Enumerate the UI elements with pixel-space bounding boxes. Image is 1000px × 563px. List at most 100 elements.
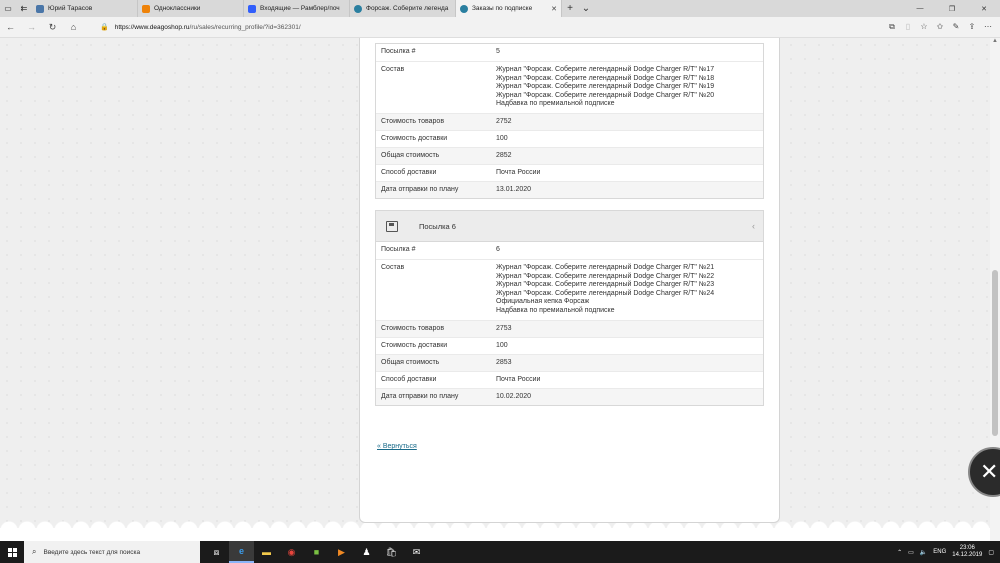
chevron-left-icon[interactable]: ‹ — [752, 221, 755, 231]
language-indicator[interactable]: ENG — [933, 549, 946, 555]
lock-icon: 🔒 — [100, 24, 109, 31]
browser-tools: ⧉ ▯ ☆ ✩ ✎ ⇪ ⋯ — [884, 22, 996, 32]
reading-view-icon[interactable]: ▯ — [900, 22, 916, 32]
search-icon: ⌕ — [32, 547, 37, 556]
task-view-icon[interactable]: ⧈ — [204, 541, 229, 563]
share-icon[interactable]: ⇪ — [964, 22, 980, 32]
row-label: Стоимость товаров — [381, 325, 445, 332]
row-label: Дата отправки по плану — [381, 393, 459, 400]
chrome-icon[interactable]: ◉ — [279, 541, 304, 563]
favorite-star-icon[interactable]: ☆ — [916, 22, 932, 32]
row-label: Посылка # — [381, 246, 416, 253]
scroll-thumb[interactable] — [992, 270, 998, 436]
list-item: Надбавка по премиальной подписке — [496, 100, 615, 108]
taskbar-search-box[interactable]: ⌕ Введите здесь текст для поиска — [24, 541, 200, 563]
tab-odnoklassniki[interactable]: Одноклассники — [138, 0, 244, 17]
windows-logo-icon — [7, 547, 17, 557]
row-label: Общая стоимость — [381, 359, 440, 366]
list-item: Надбавка по премиальной подписке — [496, 306, 615, 314]
system-tray: ⌃ ▭ 🔈 ENG 23:06 14.12.2019 ▢ — [897, 545, 1000, 559]
list-item: Журнал "Форсаж. Соберите легендарный Dod… — [496, 74, 715, 82]
row-value: 100 — [496, 135, 508, 142]
list-item: Журнал "Форсаж. Соберите легендарный Dod… — [496, 281, 715, 289]
parcel-6-table: Посылка # 6 Состав Журнал "Форсаж. Собер… — [375, 241, 764, 406]
search-placeholder: Введите здесь текст для поиска — [43, 548, 141, 556]
parcel-6-header[interactable]: Посылка 6 ‹ — [375, 210, 764, 241]
parcel-5-table: Посылка # 5 Состав Журнал "Форсаж. Собер… — [375, 43, 764, 199]
restore-icon[interactable]: ❐ — [936, 0, 968, 17]
table-row: Общая стоимость 2853 — [376, 354, 763, 371]
composition-list: Журнал "Форсаж. Соберите легендарный Dod… — [496, 260, 763, 320]
minimize-icon[interactable]: — — [904, 0, 936, 17]
ok-icon — [142, 4, 150, 13]
tab-vk[interactable]: Юрий Тарасов — [32, 0, 138, 17]
close-tab-icon[interactable]: ✕ — [551, 5, 557, 13]
file-explorer-icon[interactable]: ▬ — [254, 541, 279, 563]
tab-forsazh[interactable]: Форсаж. Соберите легенда — [350, 0, 456, 17]
table-row: Состав Журнал "Форсаж. Соберите легендар… — [376, 259, 763, 320]
home-icon[interactable]: ⌂ — [63, 22, 84, 32]
table-row: Посылка # 6 — [376, 242, 763, 259]
table-row: Посылка # 5 — [376, 44, 763, 61]
row-value: 2753 — [496, 325, 512, 332]
back-arrow-icon[interactable]: ← — [0, 22, 21, 32]
row-value: 13.01.2020 — [496, 186, 532, 193]
browser-tab-bar: ▭ ⇇ Юрий Тарасов Одноклассники Входящие … — [0, 0, 1000, 17]
row-label: Способ доставки — [381, 376, 437, 383]
scroll-up-icon[interactable]: ▲ — [990, 38, 1000, 44]
new-tab-icon[interactable]: + — [562, 0, 578, 17]
mail-icon — [248, 4, 256, 13]
extensions-icon[interactable]: ⧉ — [884, 22, 900, 32]
close-icon[interactable]: ✕ — [968, 0, 1000, 17]
media-player-icon[interactable]: ▶ — [329, 541, 354, 563]
row-value: 2852 — [496, 152, 512, 159]
mail-app-icon[interactable]: ✉ — [404, 541, 429, 563]
list-item: Журнал "Форсаж. Соберите легендарный Dod… — [496, 264, 715, 271]
list-item: Журнал "Форсаж. Соберите легендарный Dod… — [496, 66, 715, 73]
store-icon[interactable]: 🛍 — [379, 541, 404, 563]
app-icon[interactable]: ■ — [304, 541, 329, 563]
table-row: Дата отправки по плану 13.01.2020 — [376, 181, 763, 198]
table-row: Дата отправки по плану 10.02.2020 — [376, 388, 763, 405]
start-button[interactable] — [0, 547, 24, 557]
chevron-up-icon[interactable]: ⌃ — [897, 549, 902, 556]
tab-title: Одноклассники — [154, 5, 201, 12]
deago-icon — [460, 4, 468, 13]
row-value: 5 — [496, 48, 500, 55]
table-row: Способ доставки Почта России — [376, 371, 763, 388]
edge-browser-icon[interactable]: e — [229, 541, 254, 563]
notifications-icon[interactable]: ▢ — [988, 549, 994, 556]
clock[interactable]: 23:06 14.12.2019 — [952, 545, 982, 559]
back-link[interactable]: « Вернуться — [377, 443, 417, 450]
row-label: Посылка # — [381, 48, 416, 55]
parcel-icon — [386, 220, 398, 232]
tab-list-icon[interactable]: ▭ — [0, 0, 16, 17]
chevron-down-icon[interactable]: ⌄ — [578, 0, 594, 17]
games-icon[interactable]: ♟ — [354, 541, 379, 563]
favorites-icon[interactable]: ✩ — [932, 22, 948, 32]
composition-list: Журнал "Форсаж. Соберите легендарный Dod… — [496, 62, 763, 113]
tab-title: Юрий Тарасов — [48, 5, 93, 12]
row-value: Почта России — [496, 376, 541, 383]
tab-subscription-orders[interactable]: Заказы по подписке ✕ — [456, 0, 562, 17]
notes-icon[interactable]: ✎ — [948, 22, 964, 32]
more-icon[interactable]: ⋯ — [980, 22, 996, 32]
vk-icon — [36, 4, 44, 13]
parcel-title: Посылка 6 — [419, 221, 456, 231]
forward-arrow-icon[interactable]: → — [21, 22, 42, 32]
table-row: Стоимость доставки 100 — [376, 130, 763, 147]
volume-icon[interactable]: 🔈 — [920, 549, 927, 556]
row-value: 100 — [496, 342, 508, 349]
set-aside-tabs-icon[interactable]: ⇇ — [16, 0, 32, 17]
row-label: Общая стоимость — [381, 152, 440, 159]
table-row: Состав Журнал "Форсаж. Соберите легендар… — [376, 61, 763, 113]
table-row: Стоимость товаров 2752 — [376, 113, 763, 130]
url-field[interactable]: 🔒 https://www.deagoshop.ru /ru/sales/rec… — [100, 17, 884, 38]
refresh-icon[interactable]: ↻ — [42, 22, 63, 33]
tab-rambler-mail[interactable]: Входящие — Рамблер/поч — [244, 0, 350, 17]
tab-title: Входящие — Рамблер/поч — [260, 5, 340, 12]
row-label: Стоимость товаров — [381, 118, 445, 125]
windows-taskbar: ⌕ Введите здесь текст для поиска ⧈ e ▬ ◉… — [0, 541, 1000, 563]
deago-icon — [354, 4, 362, 13]
network-icon[interactable]: ▭ — [908, 549, 914, 556]
